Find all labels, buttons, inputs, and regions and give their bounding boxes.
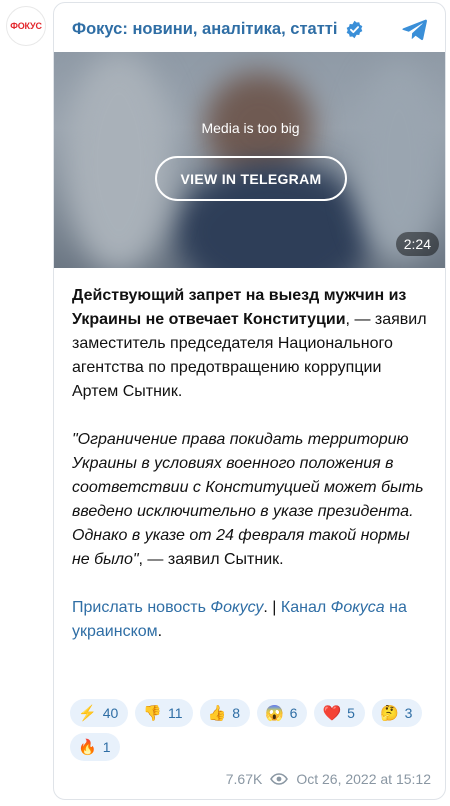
heart-icon: ❤️: [322, 704, 342, 722]
verified-badge-icon: [347, 20, 363, 38]
reaction-count: 8: [232, 705, 240, 721]
post-card: Фокус: новини, аналітика, статті Media i…: [53, 2, 446, 800]
reaction-count: 11: [167, 705, 183, 721]
link2-text: Канал: [280, 599, 331, 616]
scream-face-icon: 😱: [264, 704, 284, 722]
reaction-scream[interactable]: 😱 6: [256, 699, 308, 727]
thinking-face-icon: 🤔: [379, 704, 399, 722]
blurred-background: [64, 52, 174, 268]
post-footer: 7.67K Oct 26, 2022 at 15:12: [226, 771, 431, 787]
view-in-telegram-button[interactable]: VIEW IN TELEGRAM: [155, 156, 347, 201]
eye-icon: [270, 773, 289, 785]
reaction-count: 40: [102, 705, 119, 721]
reaction-heart[interactable]: ❤️ 5: [314, 699, 365, 727]
reaction-count: 5: [347, 705, 355, 721]
post-header: Фокус: новини, аналітика, статті: [72, 15, 433, 43]
thumbs-up-icon: 👍: [207, 704, 227, 722]
video-duration-badge: 2:24: [395, 232, 439, 256]
post-date-link[interactable]: Oct 26, 2022 at 15:12: [296, 771, 431, 787]
links-tail: .: [157, 623, 163, 640]
media-preview[interactable]: Media is too big VIEW IN TELEGRAM 2:24: [54, 52, 445, 268]
post-quote: "Ограничение права покидать территорию У…: [72, 428, 431, 572]
reaction-count: 6: [289, 705, 298, 721]
link1-text: Прислать новость: [72, 599, 211, 616]
channel-avatar[interactable]: ФОКУС: [6, 6, 46, 46]
reactions-bar: ⚡ 40 👎 11 👍 8 😱 6 ❤️ 5 🤔 3 🔥 1: [70, 699, 440, 761]
links-separator: . |: [263, 599, 281, 616]
quote-italic: "Ограничение права покидать территорию У…: [72, 431, 424, 568]
post-text: Действующий запрет на выезд мужчин из Ук…: [72, 284, 431, 644]
reaction-thumbs-down[interactable]: 👎 11: [135, 699, 193, 727]
post-lead: Действующий запрет на выезд мужчин из Ук…: [72, 284, 431, 404]
reaction-thinking[interactable]: 🤔 3: [371, 699, 423, 727]
lightning-icon: ⚡: [78, 704, 97, 722]
view-count: 7.67K: [225, 771, 263, 787]
reaction-fire[interactable]: 🔥 1: [70, 733, 121, 761]
fire-icon: 🔥: [78, 738, 97, 756]
reaction-lightning[interactable]: ⚡ 40: [70, 699, 129, 727]
media-note: Media is too big: [201, 120, 300, 136]
reaction-thumbs-up[interactable]: 👍 8: [199, 699, 250, 727]
reaction-count: 1: [102, 739, 111, 755]
link2-italic: Фокуса: [330, 599, 385, 616]
link1-italic: Фокусу: [210, 599, 264, 616]
post-links: Прислать новость Фокусу. | Канал Фокуса …: [72, 596, 431, 644]
thumbs-down-icon: 👎: [143, 704, 162, 722]
channel-title[interactable]: Фокус: новини, аналітика, статті: [72, 20, 337, 39]
telegram-logo-icon[interactable]: [401, 15, 429, 43]
reaction-count: 3: [404, 705, 413, 721]
send-news-link[interactable]: Прислать новость Фокусу: [72, 599, 263, 616]
quote-rest: , — заявил Сытник.: [138, 551, 284, 568]
